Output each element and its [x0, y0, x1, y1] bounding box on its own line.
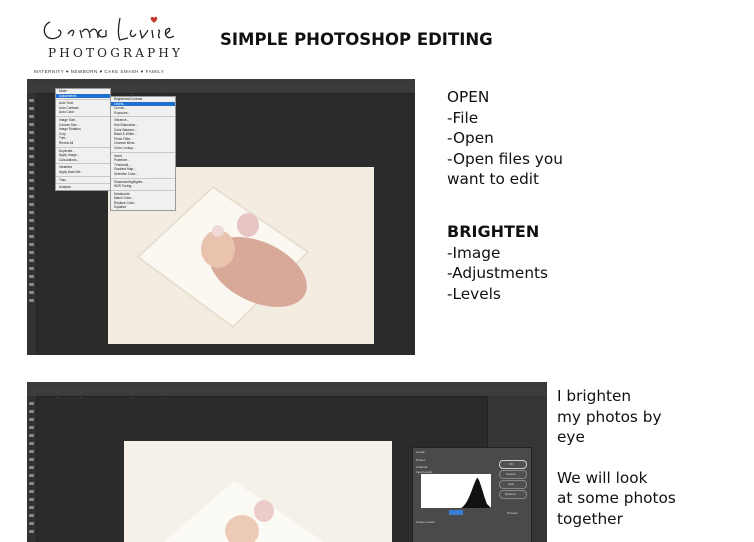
newborn-photo [124, 441, 392, 542]
menu-separator [56, 146, 110, 148]
auto-button[interactable]: Auto [499, 480, 527, 489]
logo-tagline: MATERNITY ♥ NEWBORN ♥ CAKE SMASH ♥ FAMIL… [34, 69, 165, 74]
text-line: -Open [447, 129, 494, 147]
adjustments-submenu[interactable]: Brightness/Contrast... Levels... Curves.… [110, 96, 176, 212]
preview-checkbox-label[interactable]: Preview [507, 511, 518, 515]
text-line: -Adjustments [447, 264, 548, 282]
menu-item[interactable]: Equalize [111, 205, 175, 210]
cancel-button[interactable]: Cancel [499, 470, 527, 479]
menu-separator [56, 175, 110, 177]
ps-toolbar [27, 93, 37, 355]
input-level-field[interactable] [449, 510, 463, 515]
options-button[interactable]: Options... [499, 490, 527, 499]
menu-item[interactable]: Apply Data Set... [56, 170, 110, 175]
menu-separator [56, 115, 110, 117]
text-line: -Open files you [447, 149, 563, 168]
text-line: OPEN [447, 88, 490, 106]
screenshot-image-menu: FileEditImageLayerTypeSelectFilterViewPl… [27, 79, 415, 355]
logo-photography: PHOTOGRAPHY [48, 46, 184, 60]
menu-item[interactable]: Auto Color [56, 110, 110, 115]
menu-item[interactable]: Selective Color... [111, 172, 175, 177]
image-menu[interactable]: Mode Adjustments Auto Tone Auto Contrast… [55, 88, 111, 191]
photo-canvas [124, 441, 392, 542]
levels-dialog[interactable]: Levels Preset: Channel: Input Levels: Ou… [412, 447, 532, 542]
menu-item[interactable]: Reveal All [56, 141, 110, 146]
channel-label: Channel: [416, 465, 429, 469]
menu-separator [111, 177, 175, 179]
menu-item[interactable]: Calculations... [56, 158, 110, 163]
brighten-instructions: BRIGHTEN -Image -Adjustments -Levels [447, 222, 548, 304]
text-line: at some photos [557, 489, 676, 507]
menu-separator [56, 163, 110, 165]
menu-item[interactable]: Exposure... [111, 111, 175, 116]
screenshot-levels-dialog: FileEditImageLayerTypeSelectFilterViewPl… [27, 382, 547, 542]
text-line: eye [557, 428, 585, 446]
menu-separator [56, 183, 110, 185]
text-line: together [557, 509, 623, 528]
levels-title: Levels [416, 450, 425, 454]
menu-separator [111, 151, 175, 153]
text-line: -Levels [447, 284, 501, 303]
menu-item[interactable]: Color Lookup... [111, 146, 175, 151]
text-line: I brighten [557, 387, 632, 405]
ps-toolbar [27, 396, 37, 542]
text-line: -File [447, 108, 479, 127]
text-line: We will look [557, 468, 648, 487]
menu-separator [111, 116, 175, 118]
text-line: my photos by [557, 407, 662, 426]
logo-script [43, 16, 175, 41]
menu-separator [111, 189, 175, 191]
menu-item[interactable]: Analysis [56, 185, 110, 190]
text-line: -Image [447, 243, 501, 262]
menu-item-adjustments[interactable]: Adjustments [56, 93, 110, 99]
histogram [421, 474, 491, 508]
ps-options-bar [27, 388, 547, 397]
ok-button[interactable]: OK [499, 460, 527, 469]
menu-separator [56, 99, 110, 101]
preset-label: Preset: [416, 458, 426, 462]
page-title: SIMPLE PHOTOSHOP EDITING [220, 30, 493, 49]
menu-item[interactable]: HDR Toning... [111, 184, 175, 189]
note-text: I brighten my photos by eye We will look… [557, 386, 676, 529]
open-instructions: OPEN -File -Open -Open files you want to… [447, 87, 563, 190]
text-line: want to edit [447, 170, 540, 188]
output-levels-label: Output Levels: [416, 520, 436, 524]
brighten-heading: BRIGHTEN [447, 222, 540, 241]
menu-item[interactable]: Trap... [56, 178, 110, 183]
